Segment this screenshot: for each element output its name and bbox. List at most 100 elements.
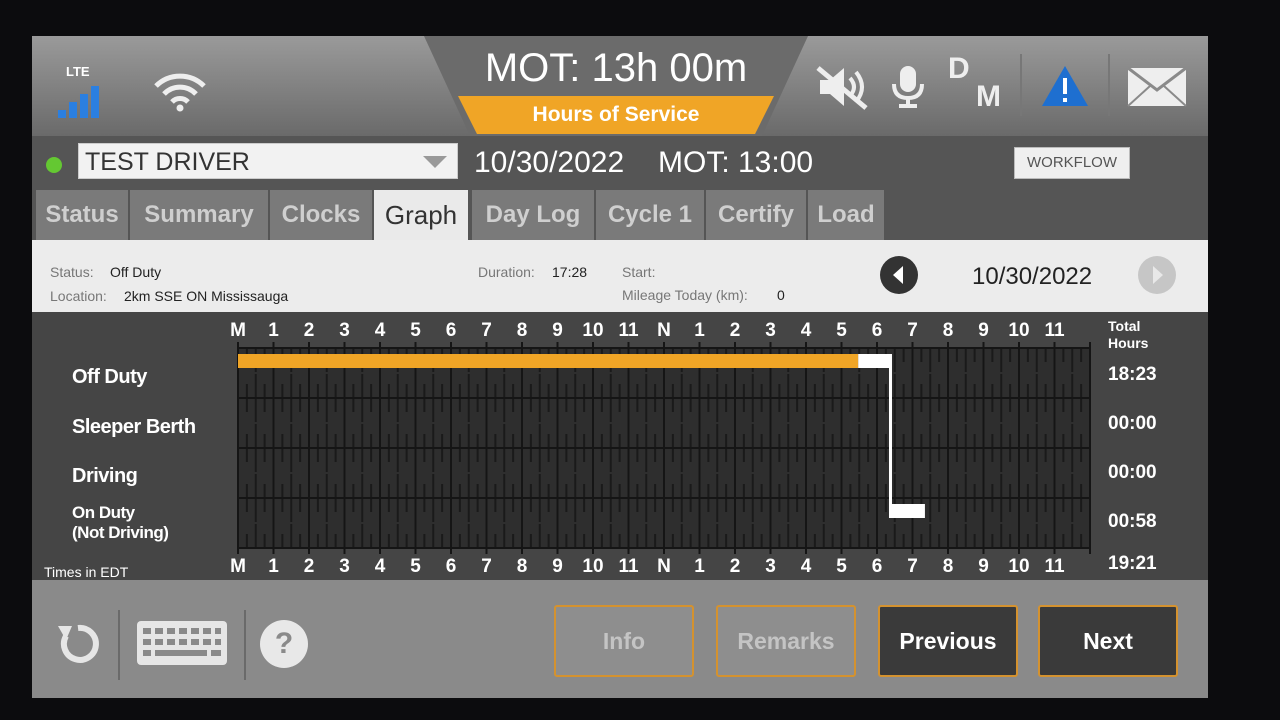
dm-d-letter: D [948, 52, 970, 85]
top-hour-label: 4 [374, 320, 386, 341]
bottom-hour-label: 10 [1008, 556, 1030, 577]
messages-icon[interactable] [1126, 66, 1188, 108]
grand-total: 19:21 [1108, 553, 1157, 574]
duty-segment-2 [890, 504, 925, 518]
log-date: 10/30/2022 [972, 263, 1093, 290]
tab-graph[interactable]: Graph [374, 190, 470, 240]
signal-bars-icon [58, 86, 99, 118]
top-hour-label: 5 [836, 320, 847, 341]
bottom-hour-label: 5 [836, 556, 847, 577]
warning-icon[interactable] [1040, 64, 1090, 108]
bottom-hour-label: 2 [729, 556, 741, 577]
status-label: Status: [50, 264, 94, 280]
top-hour-label: 4 [800, 320, 812, 341]
tab-bar: Status Summary Clocks Graph Day Log Cycl… [32, 188, 1208, 240]
bottom-hour-label: 8 [516, 556, 528, 577]
total-header-line2: Hours [1108, 335, 1149, 351]
total-header-line1: Total [1108, 318, 1141, 334]
help-icon[interactable]: ? [260, 620, 308, 668]
bottom-hour-label: 7 [481, 556, 492, 577]
bottom-hour-label: 8 [942, 556, 954, 577]
hos-graph: M 1 2 3 4 5 6 7 8 9 10 11 N 1 2 3 4 5 6 7 8 9 10 11 M1234567891… [32, 312, 1208, 580]
tab-load[interactable]: Load [808, 190, 886, 240]
bottom-toolbar: ? Info Remarks Previous Next [32, 580, 1208, 698]
top-hour-label: 1 [694, 320, 705, 341]
top-hour-label: 2 [729, 320, 741, 341]
top-hour-label: 3 [765, 320, 776, 341]
duration-value: 17:28 [552, 264, 588, 280]
header-mot: MOT: 13:00 [658, 146, 814, 179]
remarks-button[interactable]: Remarks [716, 605, 856, 677]
mot-clock-panel: MOT: 13h 00m Hours of Service [424, 36, 808, 136]
bottom-hour-label: 4 [800, 556, 812, 577]
bottom-hour-label: 2 [303, 556, 315, 577]
tab-clocks[interactable]: Clocks [270, 190, 374, 240]
info-button[interactable]: Info [554, 605, 694, 677]
total-sleeper-berth: 00:00 [1108, 413, 1157, 434]
top-hour-label: 11 [1044, 320, 1065, 341]
dm-m-letter: M [976, 80, 1001, 113]
header-date: 10/30/2022 [474, 146, 625, 179]
chevron-down-icon [423, 156, 447, 168]
driver-name: TEST DRIVER [85, 148, 250, 176]
chevron-left-icon [893, 266, 903, 284]
bottom-hour-label: 11 [618, 556, 639, 577]
next-button[interactable]: Next [1038, 605, 1178, 677]
speaker-muted-icon[interactable] [814, 64, 870, 110]
keyboard-icon[interactable] [136, 620, 228, 666]
top-status-bar: LTE MOT: 13h 00m Hours of Service D M [32, 36, 1208, 136]
mot-clock: MOT: 13h 00m [484, 46, 748, 90]
driver-status-dot [46, 157, 62, 173]
next-day-button[interactable] [1138, 256, 1176, 294]
bottom-hour-label: 3 [765, 556, 776, 577]
section-title: Hours of Service [458, 96, 774, 134]
microphone-icon[interactable] [890, 64, 926, 110]
total-on-duty: 00:58 [1108, 511, 1157, 532]
bottom-hour-label: 9 [978, 556, 989, 577]
tab-certify[interactable]: Certify [706, 190, 808, 240]
bottom-hour-label: 1 [268, 556, 279, 577]
bottom-hour-label: 11 [1044, 556, 1065, 577]
workflow-button[interactable]: WORKFLOW [1014, 147, 1130, 179]
refresh-icon[interactable] [54, 620, 102, 668]
duty-transition-2 [888, 354, 892, 518]
duty-segment-0 [238, 354, 859, 368]
tab-day-log[interactable]: Day Log [472, 190, 596, 240]
tab-cycle[interactable]: Cycle 1 [596, 190, 706, 240]
hos-grid [237, 342, 1091, 554]
driver-select[interactable]: TEST DRIVER [78, 143, 458, 179]
tab-status[interactable]: Status [36, 190, 130, 240]
row-label-driving: Driving [72, 465, 138, 487]
bottom-hour-label: 6 [445, 556, 457, 577]
status-info-strip: Status: Off Duty Location: 2km SSE ON Mi… [32, 240, 1208, 312]
total-off-duty: 18:23 [1108, 364, 1157, 385]
row-label-on-duty: On Duty (Not Driving) [72, 503, 169, 543]
location-value: 2km SSE ON Mississauga [124, 288, 289, 304]
bottom-hour-label: 9 [552, 556, 563, 577]
bottom-hour-label: 5 [410, 556, 421, 577]
bottom-hour-label: 6 [871, 556, 883, 577]
previous-day-button[interactable] [880, 256, 918, 294]
top-hour-label: 5 [410, 320, 421, 341]
top-hour-label: 10 [1008, 320, 1030, 341]
top-hour-label: 9 [978, 320, 989, 341]
total-driving: 00:00 [1108, 462, 1157, 483]
row-label-off-duty: Off Duty [72, 366, 147, 388]
top-hour-label: 3 [339, 320, 350, 341]
top-hour-label: M [230, 320, 246, 341]
total-hours-header: Total Hours [1108, 318, 1148, 352]
top-hour-label: 9 [552, 320, 563, 341]
bottom-hour-label: 7 [907, 556, 918, 577]
status-value: Off Duty [110, 264, 162, 280]
previous-button[interactable]: Previous [878, 605, 1018, 677]
timezone-note: Times in EDT [44, 564, 129, 580]
location-label: Location: [50, 288, 107, 304]
start-label: Start: [622, 264, 656, 280]
tab-summary[interactable]: Summary [130, 190, 270, 240]
row-label-on-duty-line1: On Duty [72, 503, 135, 522]
row-label-sleeper-berth: Sleeper Berth [72, 416, 196, 438]
top-hour-label: 11 [618, 320, 639, 341]
bottom-hour-label: 3 [339, 556, 350, 577]
top-hour-label: 7 [481, 320, 492, 341]
chevron-right-icon [1153, 266, 1163, 284]
